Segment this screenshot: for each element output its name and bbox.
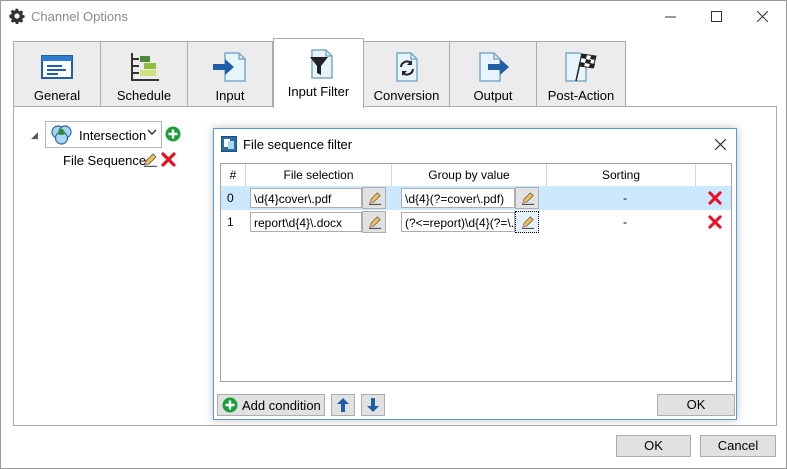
tab-general[interactable]: General: [13, 41, 101, 107]
title-bar: Channel Options: [1, 1, 786, 32]
table-row[interactable]: 1 report\d{4}\.docx (?<=report)\d{4}(?=\…: [221, 210, 731, 234]
col-header-file-selection[interactable]: File selection: [246, 164, 392, 186]
close-button[interactable]: [739, 1, 785, 32]
move-down-button[interactable]: [361, 394, 385, 416]
tab-schedule-label: Schedule: [116, 88, 172, 103]
add-condition-label: Add condition: [242, 398, 321, 413]
tab-input-filter[interactable]: Input Filter: [273, 38, 364, 108]
tab-input-filter-label: Input Filter: [287, 84, 350, 99]
sorting-value[interactable]: -: [618, 191, 632, 205]
group-by-field[interactable]: (?<=report)\d{4}(?=\.docx): [401, 212, 515, 232]
tab-post-action-label: Post-Action: [547, 88, 615, 103]
tab-schedule[interactable]: Schedule: [100, 41, 188, 107]
tab-conversion[interactable]: Conversion: [363, 41, 450, 107]
schedule-icon: [131, 53, 159, 81]
col-header-sorting[interactable]: Sorting: [547, 164, 696, 186]
general-window-icon: [41, 55, 73, 79]
table-row[interactable]: 0 \d{4}cover\.pdf \d{4}(?=cover\.pdf) -: [221, 186, 731, 210]
delete-x-icon[interactable]: [161, 152, 176, 167]
tab-conversion-label: Conversion: [373, 88, 440, 103]
group-by-value: (?<=report)\d{4}(?=\.docx): [405, 216, 515, 230]
delete-x-icon[interactable]: [708, 215, 722, 229]
arrow-down-icon: [367, 398, 379, 412]
tab-post-action[interactable]: Post-Action: [536, 41, 626, 107]
move-up-button[interactable]: [331, 394, 355, 416]
group-by-edit-button[interactable]: [515, 187, 539, 209]
file-selection-field[interactable]: report\d{4}\.docx: [250, 212, 362, 232]
col-header-num[interactable]: #: [221, 164, 246, 186]
output-arrow-icon: [479, 52, 509, 82]
group-by-field[interactable]: \d{4}(?=cover\.pdf): [401, 188, 515, 208]
tab-output[interactable]: Output: [449, 41, 537, 107]
edit-pencil-icon: [368, 192, 382, 205]
conversion-arrows-icon: [395, 52, 418, 82]
edit-pencil-icon: [368, 216, 382, 229]
minimize-button[interactable]: [647, 1, 693, 32]
checkered-flag-icon: [565, 52, 597, 82]
minimize-icon: [664, 16, 676, 18]
edit-pencil-icon: [521, 216, 535, 229]
dialog-title: File sequence filter: [243, 137, 353, 152]
dialog-app-icon: [221, 136, 237, 152]
close-icon: [756, 11, 768, 22]
filter-funnel-icon: [309, 49, 333, 79]
conditions-grid: # File selection Group by value Sorting …: [220, 163, 732, 382]
maximize-icon: [710, 11, 722, 22]
arrow-up-icon: [337, 398, 349, 412]
grid-header: # File selection Group by value Sorting: [221, 164, 731, 187]
col-header-actions: [696, 164, 731, 186]
file-selection-edit-button[interactable]: [362, 187, 386, 209]
tab-input-label: Input: [215, 88, 245, 103]
tab-general-label: General: [33, 88, 81, 103]
sorting-value[interactable]: -: [618, 215, 632, 229]
tree-expand-arrow-icon[interactable]: ◢: [31, 130, 38, 141]
file-selection-field[interactable]: \d{4}cover\.pdf: [250, 188, 362, 208]
maximize-button[interactable]: [693, 1, 739, 32]
file-selection-value: report\d{4}\.docx: [254, 216, 343, 230]
dialog-close-button[interactable]: [710, 134, 730, 154]
col-header-group-by[interactable]: Group by value: [392, 164, 547, 186]
chevron-down-icon: [147, 129, 157, 136]
window-title: Channel Options: [31, 9, 128, 24]
add-plus-icon: [222, 397, 238, 413]
group-by-edit-button[interactable]: [515, 211, 539, 233]
add-condition-button[interactable]: Add condition: [217, 394, 325, 416]
edit-pencil-icon: [521, 192, 535, 205]
row-number: 1: [227, 215, 234, 229]
file-sequence-filter-dialog: File sequence filter # File selection Gr…: [213, 128, 737, 420]
gear-icon: [9, 8, 25, 24]
cancel-button[interactable]: Cancel: [700, 435, 776, 457]
tab-output-label: Output: [473, 88, 513, 103]
dialog-ok-button[interactable]: OK: [657, 394, 735, 416]
file-selection-edit-button[interactable]: [362, 211, 386, 233]
filter-mode-value: Intersection: [79, 128, 147, 143]
filter-mode-combo[interactable]: Intersection: [45, 121, 162, 148]
row-number: 0: [227, 191, 234, 205]
tab-input[interactable]: Input: [187, 41, 273, 107]
input-arrow-icon: [213, 52, 246, 82]
group-by-value: \d{4}(?=cover\.pdf): [405, 192, 505, 206]
edit-pencil-icon[interactable]: [143, 152, 158, 167]
close-icon: [714, 138, 726, 150]
file-selection-value: \d{4}cover\.pdf: [254, 192, 332, 206]
intersection-venn-icon: [51, 125, 72, 145]
ok-button[interactable]: OK: [616, 435, 691, 457]
add-filter-plus-icon[interactable]: [165, 126, 181, 142]
delete-x-icon[interactable]: [708, 191, 722, 205]
channel-options-window: Channel Options General Schedule Input I…: [0, 0, 787, 469]
tree-item-file-sequence[interactable]: File Sequence: [63, 153, 146, 168]
